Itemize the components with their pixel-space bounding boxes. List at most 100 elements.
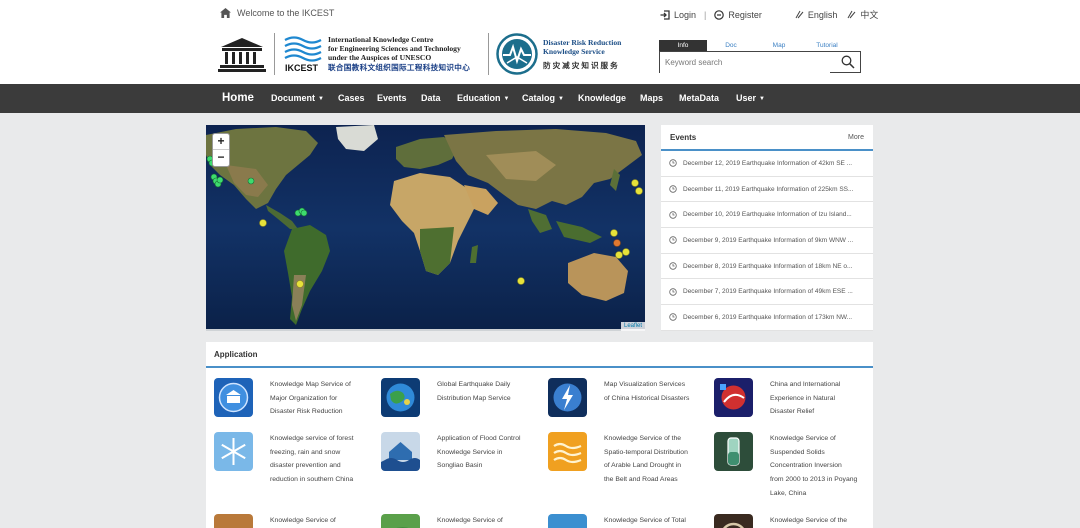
application-item-line: Distribution Map Service [437, 394, 511, 402]
search-tab-tutorial[interactable]: Tutorial [803, 40, 851, 51]
login-icon [660, 9, 670, 20]
ikcest-title-line: for Engineering Sciences and Technology [328, 44, 461, 54]
application-panel: Application Knowledge Map Service of Majo… [206, 342, 873, 528]
earthquake-marker [247, 177, 255, 185]
application-item-line: Spatio-temporal Distribution [604, 448, 688, 456]
drought-icon [548, 432, 587, 471]
event-text: December 6, 2019 Earthquake Information … [683, 313, 853, 321]
events-more-link[interactable]: More [848, 134, 864, 141]
application-item-text: Knowledge Service of the [770, 514, 870, 528]
zoom-out-button[interactable]: − [213, 150, 229, 166]
clock-icon [669, 313, 677, 322]
clock-icon [669, 262, 677, 270]
login-link[interactable]: Login [660, 10, 696, 20]
search-tab-info[interactable]: Info [659, 40, 707, 51]
nav-document[interactable]: Document ▼ [271, 84, 324, 113]
application-item-line: Knowledge Service of the [770, 517, 848, 524]
unesco-logo[interactable] [218, 36, 266, 74]
snowflake-icon [214, 432, 253, 471]
globe-icon [381, 378, 420, 417]
event-text: December 11, 2019 Earthquake Information… [683, 185, 854, 193]
application-item-text: Knowledge Service of [270, 514, 370, 528]
application-item-line: reduction in southern China [270, 476, 354, 484]
chinese-link[interactable]: 中文 [847, 8, 878, 21]
event-item[interactable]: December 7, 2019 Earthquake Information … [661, 279, 873, 306]
chevron-down-icon: ▼ [558, 96, 564, 102]
earthquake-marker [517, 277, 525, 285]
top-links: Login | Register English 中文 [660, 8, 878, 21]
landslide-icon [214, 514, 253, 528]
application-title: Application [206, 342, 873, 368]
logo-divider [488, 33, 489, 75]
application-item-line: freezing, rain and snow [270, 448, 341, 456]
nav-knowledge[interactable]: Knowledge [578, 84, 626, 113]
zoom-in-button[interactable]: + [213, 134, 229, 150]
login-label: Login [674, 9, 697, 20]
nav-user[interactable]: User ▼ [736, 84, 765, 113]
application-item-line: of Arable Land Drought in [604, 462, 682, 470]
application-item-line: Experience in Natural [770, 394, 835, 402]
events-header: Events More [661, 125, 873, 151]
search-tab-doc[interactable]: Doc [707, 40, 755, 51]
nav-label: Knowledge [578, 93, 627, 103]
language-icon [795, 10, 804, 19]
drr-logo[interactable] [496, 33, 538, 75]
application-item-line: Major Organization for [270, 394, 338, 402]
event-item[interactable]: December 8, 2019 Earthquake Information … [661, 254, 873, 280]
application-item-line: Knowledge Service of Total [604, 517, 686, 524]
application-item-line: Suspended Solids [770, 448, 825, 456]
application-item-line: China and International [770, 381, 841, 388]
link-separator: | [704, 9, 707, 20]
nav-label: Home [222, 92, 254, 104]
english-link[interactable]: English [795, 8, 838, 21]
clock-icon [669, 236, 677, 245]
application-item-line: Disaster Risk Reduction [270, 408, 343, 416]
event-item[interactable]: December 11, 2019 Earthquake Information… [661, 177, 873, 203]
clock-icon [669, 185, 677, 193]
nav-metadata[interactable]: MetaData [679, 84, 719, 113]
register-link[interactable]: Register [714, 10, 762, 20]
english-label: English [807, 9, 838, 20]
application-item-text: Knowledge Service of Total [604, 514, 704, 528]
welcome-text: Welcome to the IKCEST [237, 8, 335, 18]
event-item[interactable]: December 10, 2019 Earthquake Information… [661, 202, 873, 229]
application-item-line: Concentration Inversion [770, 462, 842, 470]
map-attribution-link[interactable]: Leaflet [620, 322, 645, 331]
lightning-icon [548, 378, 587, 417]
ikcest-title-line: International Knowledge Centre [328, 35, 434, 44]
register-label: Register [728, 9, 762, 20]
chevron-down-icon: ▼ [503, 96, 510, 102]
application-item-line: Knowledge Service of [270, 517, 336, 524]
ikcest-title: International Knowledge Centre for Engin… [328, 35, 470, 72]
application-item-line: Disaster Relief [770, 408, 815, 416]
event-item[interactable]: December 9, 2019 Earthquake Information … [661, 228, 873, 254]
search-icon[interactable] [841, 55, 855, 69]
earthquake-map[interactable]: + − Leaflet [206, 125, 645, 331]
event-item[interactable]: December 6, 2019 Earthquake Information … [661, 305, 873, 331]
event-item[interactable]: December 12, 2019 Earthquake Information… [661, 151, 873, 177]
nav-catalog[interactable]: Catalog ▼ [522, 84, 564, 113]
earthquake-marker [615, 251, 623, 259]
search-box: Info Doc Map Tutorial [659, 40, 861, 74]
event-text: December 8, 2019 Earthquake Information … [683, 262, 853, 270]
logo-divider [274, 33, 275, 75]
search-tab-map[interactable]: Map [755, 40, 803, 51]
earthquake-marker-group [206, 155, 643, 288]
nav-education[interactable]: Education ▼ [457, 84, 509, 113]
nav-data[interactable]: Data [421, 84, 441, 113]
ikcest-title-cn: 联合国教科文组织国际工程科技知识中心 [328, 62, 471, 72]
application-item-line: from 2000 to 2013 in Poyang [770, 476, 858, 484]
application-item-line: Global Earthquake Daily [437, 381, 511, 388]
nav-home[interactable]: Home [222, 84, 254, 113]
nav-label: MetaData [679, 93, 720, 103]
search-input[interactable] [660, 52, 830, 73]
chevron-down-icon: ▼ [318, 96, 324, 102]
nav-label: Cases [338, 93, 365, 103]
ikcest-logo[interactable]: IKCEST [284, 36, 324, 73]
map-zoom-control: + − [212, 133, 230, 167]
nav-events[interactable]: Events [377, 84, 407, 113]
nav-cases[interactable]: Cases [338, 84, 365, 113]
nav-maps[interactable]: Maps [640, 84, 663, 113]
earthquake-marker [613, 239, 621, 247]
earthquake-marker [216, 176, 224, 184]
